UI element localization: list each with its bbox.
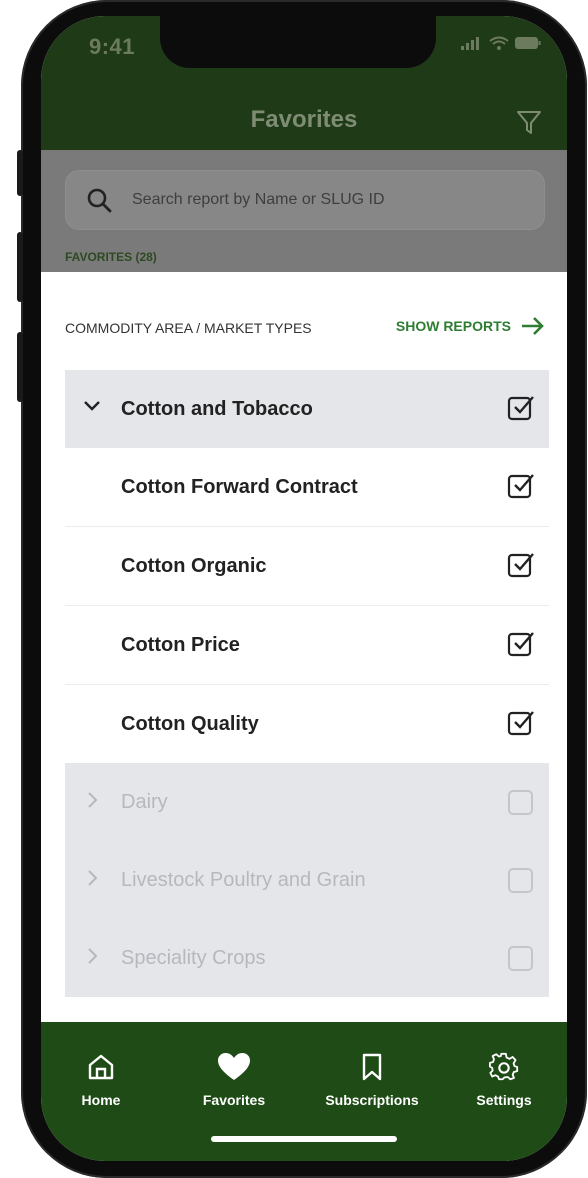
list-item-cotton-and-tobacco[interactable]: Cotton and Tobacco (65, 370, 549, 448)
checkbox-unchecked-icon[interactable] (507, 787, 535, 815)
list-item-label: Cotton Price (121, 634, 240, 656)
list-item-livestock-poultry-and-grain[interactable]: Livestock Poultry and Grain (65, 841, 549, 919)
home-icon (88, 1054, 114, 1080)
dimmed-background: Search report by Name or SLUG ID FAVORIT… (41, 150, 567, 272)
list-item-cotton-organic[interactable]: Cotton Organic (65, 527, 549, 606)
filter-sheet: COMMODITY AREA / MARKET TYPES SHOW REPOR… (41, 272, 567, 1022)
tab-label: Subscriptions (325, 1092, 419, 1108)
checkbox-checked-icon[interactable] (507, 394, 535, 422)
mute-switch (17, 150, 23, 196)
sheet-heading: COMMODITY AREA / MARKET TYPES (65, 320, 312, 336)
commodity-list: Cotton and Tobacco Cotton Forward Contra… (65, 370, 549, 997)
list-item-label: Livestock Poultry and Grain (121, 869, 366, 891)
checkbox-checked-icon[interactable] (507, 630, 535, 658)
list-item-cotton-forward-contract[interactable]: Cotton Forward Contract (65, 448, 549, 527)
list-item-label: Dairy (121, 791, 168, 813)
tab-label: Favorites (202, 1092, 266, 1108)
bottom-tab-bar: Home Favorites Subscriptions Settings (41, 1022, 567, 1161)
chevron-right-icon[interactable] (87, 947, 99, 965)
gear-icon (489, 1052, 519, 1081)
arrow-right-icon (522, 317, 544, 335)
chevron-right-icon[interactable] (87, 791, 99, 809)
search-input[interactable]: Search report by Name or SLUG ID (132, 191, 385, 209)
tab-label: Home (81, 1092, 121, 1108)
list-item-speciality-crops[interactable]: Speciality Crops (65, 919, 549, 997)
chevron-down-icon[interactable] (83, 400, 101, 412)
home-indicator (211, 1136, 397, 1142)
status-time: 9:41 (89, 34, 136, 59)
list-item-cotton-quality[interactable]: Cotton Quality (65, 685, 549, 763)
list-item-label: Cotton and Tobacco (121, 398, 313, 420)
volume-down-button (17, 332, 23, 402)
battery-icon (515, 37, 541, 49)
checkbox-checked-icon[interactable] (507, 472, 535, 500)
show-reports-label: SHOW REPORTS (395, 318, 511, 334)
tab-favorites[interactable]: Favorites (179, 1052, 289, 1108)
bookmark-icon (362, 1053, 382, 1081)
app-screen: 9:41 Favorites Search report by Name or … (41, 16, 567, 1161)
search-icon (87, 188, 112, 213)
tab-settings[interactable]: Settings (449, 1052, 559, 1108)
status-icons (461, 36, 541, 50)
list-item-label: Speciality Crops (121, 947, 266, 969)
tab-label: Settings (476, 1092, 532, 1108)
search-bar[interactable]: Search report by Name or SLUG ID (65, 170, 545, 230)
checkbox-checked-icon[interactable] (507, 709, 535, 737)
list-item-cotton-price[interactable]: Cotton Price (65, 606, 549, 685)
checkbox-checked-icon[interactable] (507, 551, 535, 579)
signal-icon (461, 37, 479, 50)
device-notch (160, 16, 436, 68)
heart-icon (218, 1053, 250, 1080)
wifi-icon (489, 36, 509, 50)
page-title: Favorites (250, 106, 358, 133)
checkbox-unchecked-icon[interactable] (507, 865, 535, 893)
tab-home[interactable]: Home (46, 1052, 156, 1108)
list-item-label: Cotton Organic (121, 555, 267, 577)
list-item-label: Cotton Forward Contract (121, 476, 358, 498)
list-item-dairy[interactable]: Dairy (65, 763, 549, 841)
show-reports-button[interactable]: SHOW REPORTS (396, 316, 545, 336)
list-item-label: Cotton Quality (121, 713, 259, 735)
checkbox-unchecked-icon[interactable] (507, 943, 535, 971)
chevron-right-icon[interactable] (87, 869, 99, 887)
volume-up-button (17, 232, 23, 302)
tab-subscriptions[interactable]: Subscriptions (317, 1052, 427, 1108)
filter-icon[interactable] (515, 108, 543, 136)
favorites-count: FAVORITES (28) (65, 250, 157, 264)
